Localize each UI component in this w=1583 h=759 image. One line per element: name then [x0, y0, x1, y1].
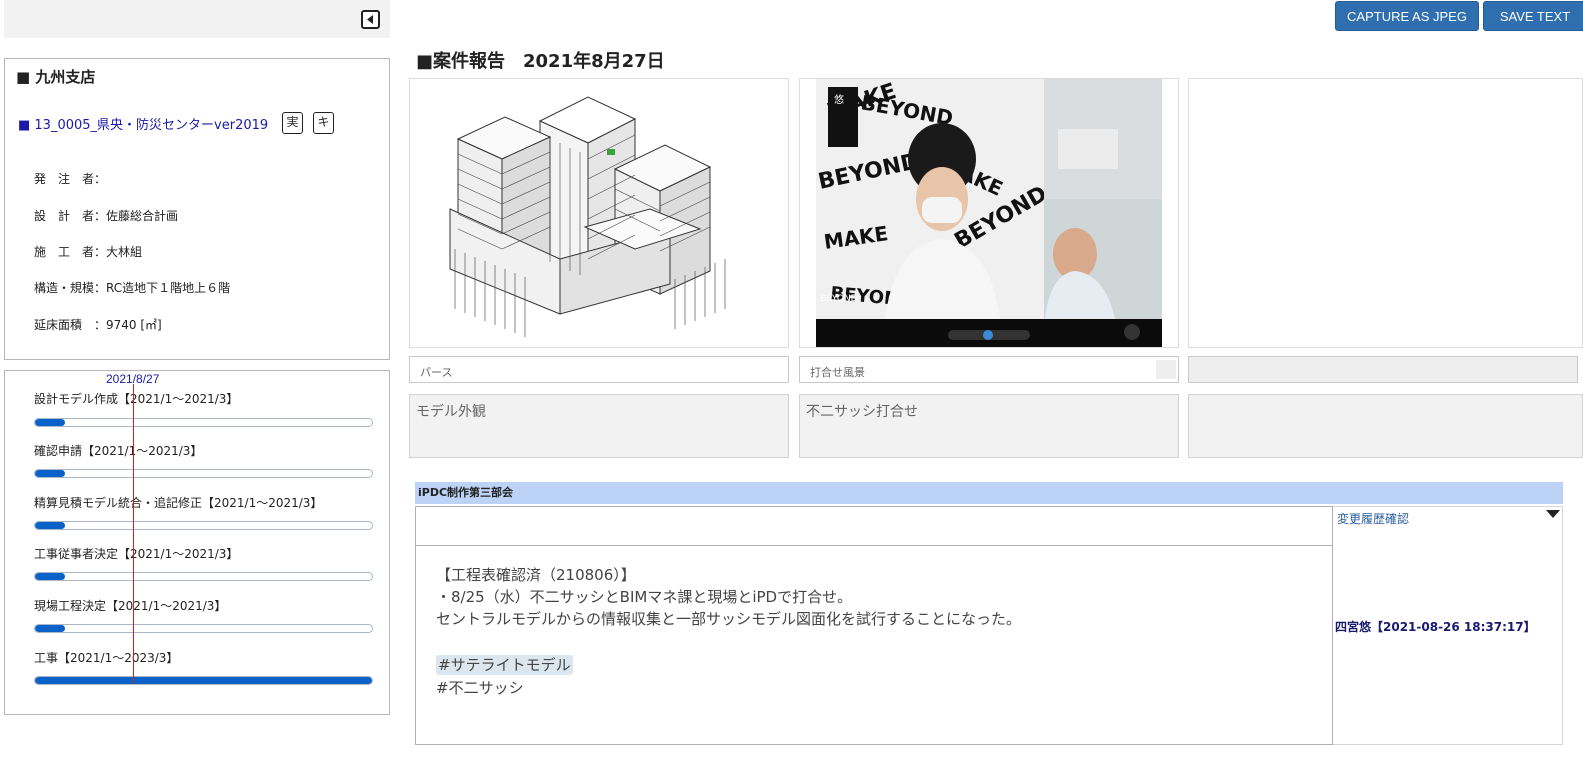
triangle-left-icon [367, 15, 373, 24]
video-overlay-label: 悠 [834, 93, 844, 106]
sidebar-header-bar [4, 0, 390, 38]
comment-body[interactable]: 【工程表確認済（210806）】 ・8/25（水）不二サッシとBIMマネ課と現場… [415, 546, 1333, 745]
task-progress-bar [34, 418, 373, 427]
task-progress-fill [35, 470, 66, 477]
task-progress-bar [34, 469, 373, 478]
comment-line: ・8/25（水）不二サッシとBIMマネ課と現場とiPDで打合せ。 [436, 588, 853, 606]
branch-title: ■ 九州支店 [16, 68, 96, 86]
comment-line: セントラルモデルからの情報収集と一部サッシモデル図面化を試行することになった。 [436, 610, 1022, 628]
task-progress-bar [34, 676, 373, 685]
task-progress-bar [34, 521, 373, 530]
hashtag: #サテライトモデル [436, 654, 573, 675]
empty-image-slot[interactable] [1188, 78, 1583, 348]
task-progress-fill [35, 625, 66, 632]
building-model-drawing [449, 96, 726, 337]
task-label: 確認申請【2021/1～2021/3】 [34, 444, 203, 458]
collapse-sidebar-button[interactable] [361, 10, 380, 29]
page-title: ■案件報告 2021年8月27日 [416, 51, 665, 72]
image-caption-field[interactable] [1188, 356, 1578, 383]
hashtag-satellite-model[interactable]: #サテライトモデル [436, 655, 573, 675]
today-marker-label: 2021/8/27 [106, 372, 160, 386]
task-progress-bar [34, 624, 373, 633]
task-label: 設計モデル作成【2021/1～2021/3】 [34, 392, 239, 406]
image-description-field[interactable] [1188, 394, 1583, 458]
today-marker-line [133, 384, 134, 684]
change-history-link[interactable]: 変更履歴確認 [1337, 510, 1409, 527]
info-client: 発 注 者： [34, 172, 107, 186]
jitsu-button[interactable]: 実 [282, 112, 303, 134]
task-progress-fill [35, 677, 372, 684]
project-link[interactable]: ■ 13_0005_県央・防災センターver2019 [18, 114, 268, 133]
task-progress-fill [35, 419, 66, 426]
video-meeting-screenshot: MAKE BEYOND BEYOND MAKE MAKE BEYOND BEYO… [816, 79, 1162, 347]
image-description-field[interactable]: 不二サッシ打合せ [799, 394, 1179, 458]
hashtag-fuji-sash[interactable]: #不二サッシ [436, 677, 524, 698]
caret-down-icon[interactable] [1546, 510, 1560, 518]
task-progress-bar [34, 572, 373, 581]
image-description-field[interactable]: モデル外観 [409, 394, 789, 458]
group-header: iPDC制作第三部会 [415, 482, 1563, 504]
svg-text:BEYOND: BEYOND [820, 294, 858, 304]
author-timestamp: 四宮悠【2021-08-26 18:37:17】 [1335, 620, 1536, 634]
task-label: 工事【2021/1～2023/3】 [34, 651, 179, 665]
task-label: 現場工程決定【2021/1～2021/3】 [34, 599, 227, 613]
task-label: 精算見積モデル統合・追記修正【2021/1～2021/3】 [34, 496, 323, 510]
image-caption-field[interactable]: パース [409, 356, 789, 383]
save-text-button[interactable]: SAVE TEXT [1483, 1, 1583, 31]
caption-field-handle [1156, 360, 1176, 379]
image-caption-field[interactable]: 打合せ風景 [799, 356, 1179, 383]
task-progress-fill [35, 522, 66, 529]
ki-button[interactable]: キ [313, 112, 334, 134]
info-floor-area: 延床面積 ：9740 [㎡] [34, 318, 162, 332]
info-contractor: 施 工 者：大林組 [34, 245, 143, 259]
perspective-image[interactable] [409, 78, 789, 348]
comment-line: 【工程表確認済（210806）】 [436, 566, 636, 584]
capture-jpeg-button[interactable]: CAPTURE AS JPEG [1335, 1, 1479, 31]
task-label: 工事従事者決定【2021/1～2021/3】 [34, 547, 239, 561]
task-progress-fill [35, 573, 66, 580]
meeting-image[interactable]: MAKE BEYOND BEYOND MAKE MAKE BEYOND BEYO… [799, 78, 1179, 348]
info-designer: 設 計 者：佐藤総合計画 [34, 209, 179, 223]
info-structure: 構造・規模：RC造地下１階地上６階 [34, 281, 231, 295]
comment-input[interactable] [415, 506, 1333, 546]
